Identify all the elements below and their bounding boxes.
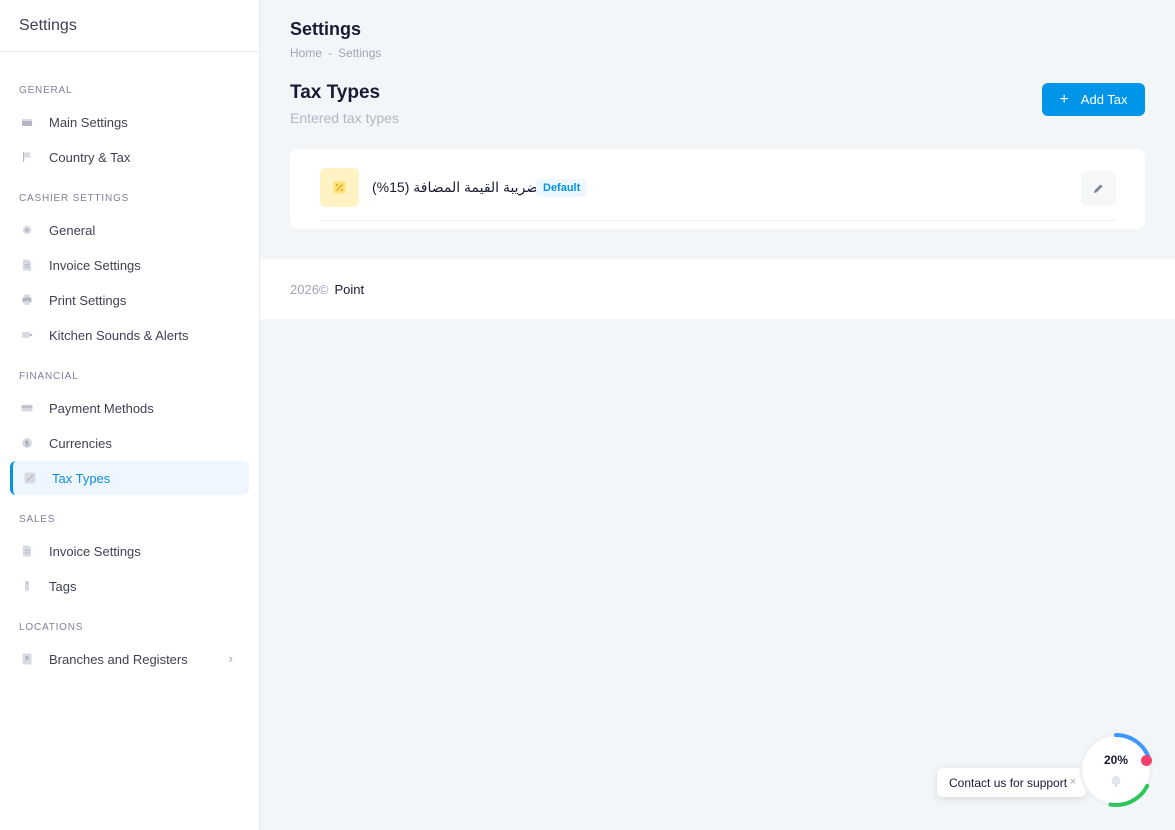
- sidebar-item-country-tax[interactable]: Country & Tax: [10, 140, 249, 174]
- sidebar-item-label: Invoice Settings: [49, 257, 141, 273]
- credit-card-icon: [20, 401, 34, 415]
- sidebar-section-title: CASHIER SETTINGS: [19, 193, 130, 204]
- sidebar-item-label: Currencies: [49, 435, 112, 451]
- flag-icon: [20, 150, 34, 164]
- sidebar-item-general[interactable]: General: [10, 213, 249, 247]
- sidebar-item-main-settings[interactable]: Main Settings: [10, 105, 249, 139]
- sidebar-item-currencies[interactable]: $ Currencies: [10, 426, 249, 460]
- speaker-icon: [20, 328, 34, 342]
- sidebar-section-title: FINANCIAL: [19, 371, 79, 382]
- breadcrumb-separator: -: [328, 46, 333, 60]
- sidebar-item-label: Tags: [49, 578, 77, 594]
- support-tooltip[interactable]: Contact us for support ×: [937, 768, 1086, 797]
- sidebar-item-tags[interactable]: Tags: [10, 569, 249, 603]
- tax-name: ضريبة القيمة المضافة (15%): [372, 179, 539, 195]
- add-tax-button[interactable]: + Add Tax: [1042, 83, 1145, 116]
- close-icon[interactable]: ×: [1070, 776, 1076, 788]
- percent-icon: [320, 168, 359, 207]
- add-tax-label: Add Tax: [1080, 92, 1128, 107]
- notification-dot: [1141, 755, 1152, 766]
- breadcrumb-home[interactable]: Home: [290, 46, 322, 60]
- default-badge: Default: [536, 179, 588, 197]
- sidebar-section: CASHIER SETTINGS General Invoice Settings P…: [0, 186, 259, 352]
- sidebar-section: FINANCIAL Payment Methods $ Currencies Tax T…: [0, 364, 259, 495]
- plus-icon: +: [1059, 90, 1069, 108]
- gear-icon: [20, 223, 34, 237]
- section-subtitle: Entered tax types: [290, 110, 399, 126]
- app-root: Settings GENERAL Main Settings Country & T…: [0, 0, 1175, 830]
- main-content: Settings Home - Settings Tax Types Enter…: [260, 0, 1175, 830]
- footer-brand[interactable]: Point: [335, 282, 365, 297]
- sidebar-section: SALES Invoice Settings Tags: [0, 507, 259, 603]
- sidebar-item-label: Main Settings: [49, 114, 128, 130]
- footer-year: 2026©: [290, 281, 329, 297]
- sidebar-section-title: GENERAL: [19, 85, 73, 96]
- section-title: Tax Types: [290, 82, 381, 103]
- sidebar-item-label: Tax Types: [52, 470, 111, 486]
- printer-icon: [20, 293, 34, 307]
- tax-list-card: ضريبة القيمة المضافة (15%) Default: [290, 149, 1145, 229]
- sidebar-section-title: SALES: [19, 514, 56, 525]
- sidebar-item-label: Country & Tax: [49, 149, 131, 165]
- dollar-icon: $: [20, 436, 34, 450]
- footer: 2026© Point: [260, 259, 1175, 319]
- sidebar-item-label: Kitchen Sounds & Alerts: [49, 327, 189, 343]
- building-icon: [20, 652, 34, 666]
- edit-tax-button[interactable]: [1081, 171, 1116, 206]
- sidebar-item-label: General: [49, 222, 96, 238]
- progress-widget[interactable]: 20%: [1079, 733, 1157, 811]
- sidebar-item-label: Branches and Registers: [49, 651, 188, 667]
- sidebar-item-label: Payment Methods: [49, 400, 154, 416]
- sidebar-item-print-settings[interactable]: Print Settings: [10, 283, 249, 317]
- svg-text:$: $: [25, 440, 29, 448]
- tag-icon: [20, 579, 34, 593]
- sidebar-section: GENERAL Main Settings Country & Tax: [0, 78, 259, 174]
- sidebar-title: Settings: [0, 0, 259, 52]
- sidebar: Settings GENERAL Main Settings Country & T…: [0, 0, 260, 830]
- sidebar-item-label: Print Settings: [49, 292, 127, 308]
- sidebar-item-payment-methods[interactable]: Payment Methods: [10, 391, 249, 425]
- pencil-icon: [1094, 184, 1103, 193]
- breadcrumb: Home - Settings: [290, 46, 381, 60]
- sidebar-item-invoice-settings[interactable]: Invoice Settings: [10, 534, 249, 568]
- sidebar-item-tax-types[interactable]: Tax Types: [10, 461, 249, 495]
- sidebar-item-branches-and-registers[interactable]: Branches and Registers ›: [10, 642, 249, 676]
- document-icon: [20, 544, 34, 558]
- sidebar-item-label: Invoice Settings: [49, 543, 141, 559]
- page-title: Settings: [290, 19, 362, 39]
- progress-ring: [1079, 733, 1153, 807]
- sidebar-item-invoice-settings[interactable]: Invoice Settings: [10, 248, 249, 282]
- chevron-right-icon: ›: [228, 651, 233, 666]
- support-label: Contact us for support: [949, 775, 1068, 790]
- tax-row: ضريبة القيمة المضافة (15%) Default: [320, 168, 1116, 221]
- window-icon: [20, 115, 34, 129]
- sidebar-section: LOCATIONS Branches and Registers ›: [0, 615, 259, 676]
- sidebar-nav: GENERAL Main Settings Country & Tax CASHIER…: [0, 52, 259, 676]
- document-icon: [20, 258, 34, 272]
- percent-icon: [23, 471, 37, 485]
- sidebar-item-kitchen-sounds-alerts[interactable]: Kitchen Sounds & Alerts: [10, 318, 249, 352]
- sidebar-section-title: LOCATIONS: [19, 622, 84, 633]
- breadcrumb-current: Settings: [338, 46, 382, 60]
